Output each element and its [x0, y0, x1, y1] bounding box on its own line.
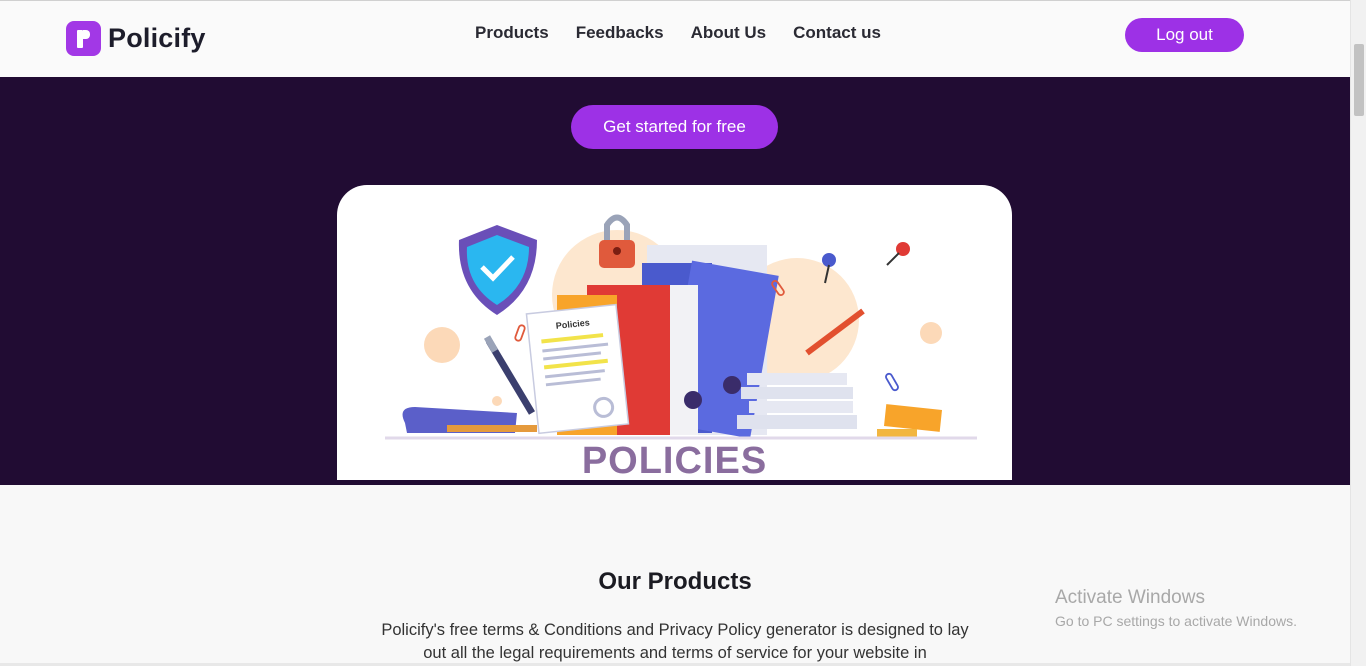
watermark-title: Activate Windows: [1055, 587, 1205, 608]
illustration-title: POLICIES: [581, 440, 768, 480]
watermark-subtitle: Go to PC settings to activate Windows.: [1055, 613, 1297, 629]
get-started-button[interactable]: Get started for free: [571, 105, 778, 149]
site-header: Policify Products Feedbacks About Us Con…: [0, 0, 1350, 77]
windows-activation-watermark: Activate Windows Go to PC settings to ac…: [1055, 587, 1297, 629]
nav-item-feedbacks[interactable]: Feedbacks: [576, 23, 664, 43]
products-section: Our Products Policify's free terms & Con…: [0, 485, 1350, 666]
nav-item-products[interactable]: Products: [475, 23, 549, 43]
shield-icon: [458, 225, 537, 315]
hero-section: Get started for free Policies POLICIES: [0, 77, 1350, 485]
lock-icon: [599, 214, 635, 268]
nav-item-contact-us[interactable]: Contact us: [793, 23, 881, 43]
brand-logo[interactable]: Policify: [66, 21, 206, 56]
nav-item-about-us[interactable]: About Us: [691, 23, 767, 43]
main-nav: Products Feedbacks About Us Contact us: [475, 23, 881, 43]
policies-illustration-graphic: Policies: [385, 214, 977, 440]
scrollbar-thumb[interactable]: [1354, 44, 1364, 116]
hero-illustration: Policies POLICIES: [337, 185, 1012, 480]
pushpin-icon-red: [886, 242, 910, 266]
policify-logo-icon: [66, 21, 101, 56]
brand-name: Policify: [108, 23, 206, 53]
page-scrollbar[interactable]: [1350, 0, 1366, 666]
products-description: Policify's free terms & Conditions and P…: [381, 621, 969, 662]
logout-button[interactable]: Log out: [1125, 18, 1244, 52]
